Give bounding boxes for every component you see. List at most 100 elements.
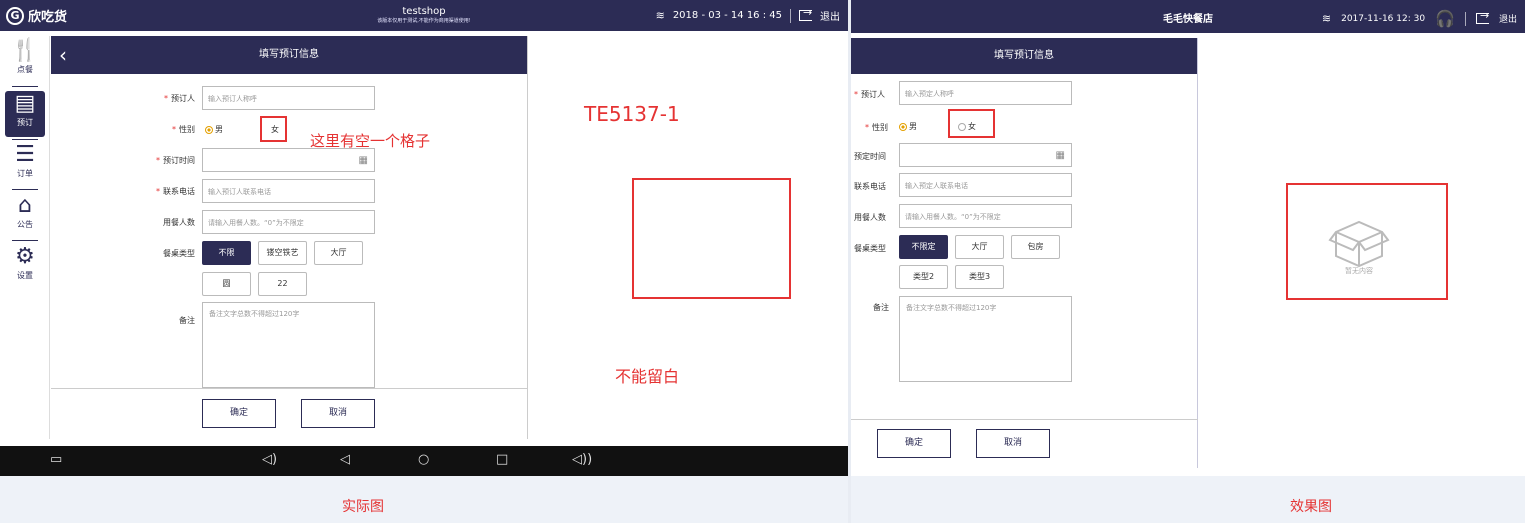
screenshot-icon[interactable]: ▭ <box>50 452 62 467</box>
booker-input[interactable]: 输入预定人称呼 <box>899 81 1072 105</box>
settings-icon: ⚙ <box>15 244 35 269</box>
divider <box>790 8 791 23</box>
table-type-option[interactable]: 不限 <box>202 241 251 265</box>
gender-male-radio[interactable]: 男 <box>899 121 917 132</box>
sidebar-item-label: 订单 <box>17 169 33 178</box>
phone-input[interactable]: 输入预定人联系电话 <box>899 173 1072 197</box>
exit-icon[interactable] <box>1475 9 1489 24</box>
table-type-option[interactable]: 22 <box>258 272 307 296</box>
caption-area: 实际图 <box>0 476 848 523</box>
wifi-icon: ≋ <box>1321 12 1332 25</box>
gender-row: * 性别 男 女 <box>51 117 528 141</box>
table-type-option[interactable]: 镂空铁艺 <box>258 241 307 265</box>
table-type-label: 餐桌类型 <box>854 244 886 253</box>
confirm-button[interactable]: 确定 <box>202 399 276 428</box>
gender-row: * 性别 男 女 <box>851 114 1198 138</box>
actual-screenshot-panel: G 欣吃货 testshop 该版本仅用于测试,不能作为商用渠道使用! ≋ 20… <box>0 0 848 523</box>
remark-label: 备注 <box>873 303 889 312</box>
diners-row: 用餐人数 请输入用餐人数。“0”为不限定 <box>851 204 1198 228</box>
time-label: 预定时间 <box>854 152 886 161</box>
android-nav-bar: ▭ ◁) ◁ ○ □ ◁)) <box>0 446 848 476</box>
phone-row: * 联系电话 输入预订人联系电话 <box>51 179 528 203</box>
sidebar-divider <box>12 139 38 140</box>
sidebar-divider <box>12 240 38 241</box>
caption-expected: 效果图 <box>1290 499 1332 515</box>
wifi-icon: ≋ <box>655 9 665 22</box>
sidebar-divider <box>12 189 38 190</box>
sidebar-item-label: 点餐 <box>17 65 33 74</box>
divider <box>1464 11 1466 26</box>
volume-down-icon[interactable]: ◁) <box>262 452 277 467</box>
reserve-icon: ▤ <box>14 91 36 116</box>
exit-icon[interactable] <box>799 6 812 21</box>
table-type-option[interactable]: 大厅 <box>955 235 1004 259</box>
footer-divider <box>851 419 1198 420</box>
gender-label: * 性别 <box>865 123 888 132</box>
booker-label: * 预订人 <box>854 90 885 99</box>
form-header: ‹ 填写预订信息 <box>51 36 527 74</box>
back-nav-icon[interactable]: ◁ <box>340 452 350 467</box>
remark-textarea[interactable]: 备注文字总数不得超过120字 <box>202 302 375 388</box>
cancel-button[interactable]: 取消 <box>976 429 1050 458</box>
table-type-option[interactable]: 包房 <box>1011 235 1060 259</box>
phone-row: 联系电话 输入预定人联系电话 <box>851 173 1198 197</box>
calendar-icon: ▦ <box>1055 150 1065 161</box>
exit-button[interactable]: 退出 <box>1499 12 1517 25</box>
gender-male-radio[interactable]: 男 <box>205 124 223 135</box>
booker-input[interactable]: 输入预订人称呼 <box>202 86 375 110</box>
annotation-space-note: 这里有空一个格子 <box>310 132 431 150</box>
phone-label: 联系电话 <box>854 182 886 191</box>
back-icon[interactable]: ‹ <box>59 36 67 74</box>
sidebar: 🍴 点餐 ▤ 预订 ☰ 订单 ⌂ 公告 ⚙ 设置 <box>0 36 50 439</box>
diners-label: 用餐人数 <box>163 218 195 227</box>
datetime: 2017-11-16 12: 30 <box>1341 13 1426 24</box>
gender-label: * 性别 <box>172 125 195 134</box>
booker-row: * 预订人 输入预订人称呼 <box>51 86 528 110</box>
phone-input[interactable]: 输入预订人联系电话 <box>202 179 375 203</box>
top-bar: G 欣吃货 testshop 该版本仅用于测试,不能作为商用渠道使用! ≋ 20… <box>0 0 848 31</box>
annotation-box-preview <box>632 178 791 299</box>
exit-button[interactable]: 退出 <box>820 8 840 23</box>
sidebar-item-orders[interactable]: ☰ 订单 <box>5 142 45 188</box>
reservation-form: 填写预订信息 * 预订人 输入预定人称呼 * 性别 男 女 预定时间 ▦ 联系电话 … <box>851 38 1198 468</box>
reservation-form: ‹ 填写预订信息 * 预订人 输入预订人称呼 * 性别 男 女 * 预订时间 ▦ * 联… <box>51 36 528 439</box>
table-type-option[interactable]: 类型3 <box>955 265 1004 289</box>
volume-up-icon[interactable]: ◁)) <box>572 452 592 467</box>
remark-label: 备注 <box>179 316 195 325</box>
home-nav-icon[interactable]: ○ <box>418 452 429 467</box>
recent-apps-icon[interactable]: □ <box>496 452 508 467</box>
cancel-button[interactable]: 取消 <box>301 399 375 428</box>
top-bar: 毛毛快餐店 ≋ 2017-11-16 12: 30 🎧 退出 <box>851 0 1525 33</box>
table-type-option[interactable]: 类型2 <box>899 265 948 289</box>
diners-label: 用餐人数 <box>854 213 886 222</box>
time-row: 预定时间 ▦ <box>851 143 1198 167</box>
table-type-option[interactable]: 圆 <box>202 272 251 296</box>
time-input[interactable]: ▦ <box>899 143 1072 167</box>
sidebar-item-order[interactable]: 🍴 点餐 <box>5 38 45 84</box>
fork-knife-icon: 🍴 <box>11 38 39 63</box>
time-row: * 预订时间 ▦ <box>51 148 528 172</box>
annotation-box-female <box>948 109 995 138</box>
sidebar-divider <box>12 86 38 87</box>
caption-actual: 实际图 <box>342 499 384 515</box>
phone-label: * 联系电话 <box>156 187 195 196</box>
annotation-box-preview <box>1286 183 1448 300</box>
booker-row: * 预订人 输入预定人称呼 <box>851 81 1198 105</box>
diners-input[interactable]: 请输入用餐人数。“0”为不限定 <box>899 204 1072 228</box>
diners-input[interactable]: 请输入用餐人数。“0”为不限定 <box>202 210 375 234</box>
footer-divider <box>51 388 528 389</box>
diners-row: 用餐人数 请输入用餐人数。“0”为不限定 <box>51 210 528 234</box>
table-type-option[interactable]: 不限定 <box>899 235 948 259</box>
sidebar-item-notice[interactable]: ⌂ 公告 <box>5 193 45 239</box>
booker-label: * 预订人 <box>164 94 195 103</box>
table-type-option[interactable]: 大厅 <box>314 241 363 265</box>
sidebar-item-settings[interactable]: ⚙ 设置 <box>5 244 45 290</box>
annotation-no-blank: 不能留白 <box>615 367 680 386</box>
sidebar-item-reserve[interactable]: ▤ 预订 <box>5 91 45 137</box>
orders-icon: ☰ <box>15 142 35 167</box>
confirm-button[interactable]: 确定 <box>877 429 951 458</box>
datetime: 2018 - 03 - 14 16 : 45 <box>672 10 782 21</box>
headset-icon[interactable]: 🎧 <box>1435 9 1455 28</box>
time-input[interactable]: ▦ <box>202 148 375 172</box>
remark-textarea[interactable]: 备注文字总数不得超过120字 <box>899 296 1072 382</box>
